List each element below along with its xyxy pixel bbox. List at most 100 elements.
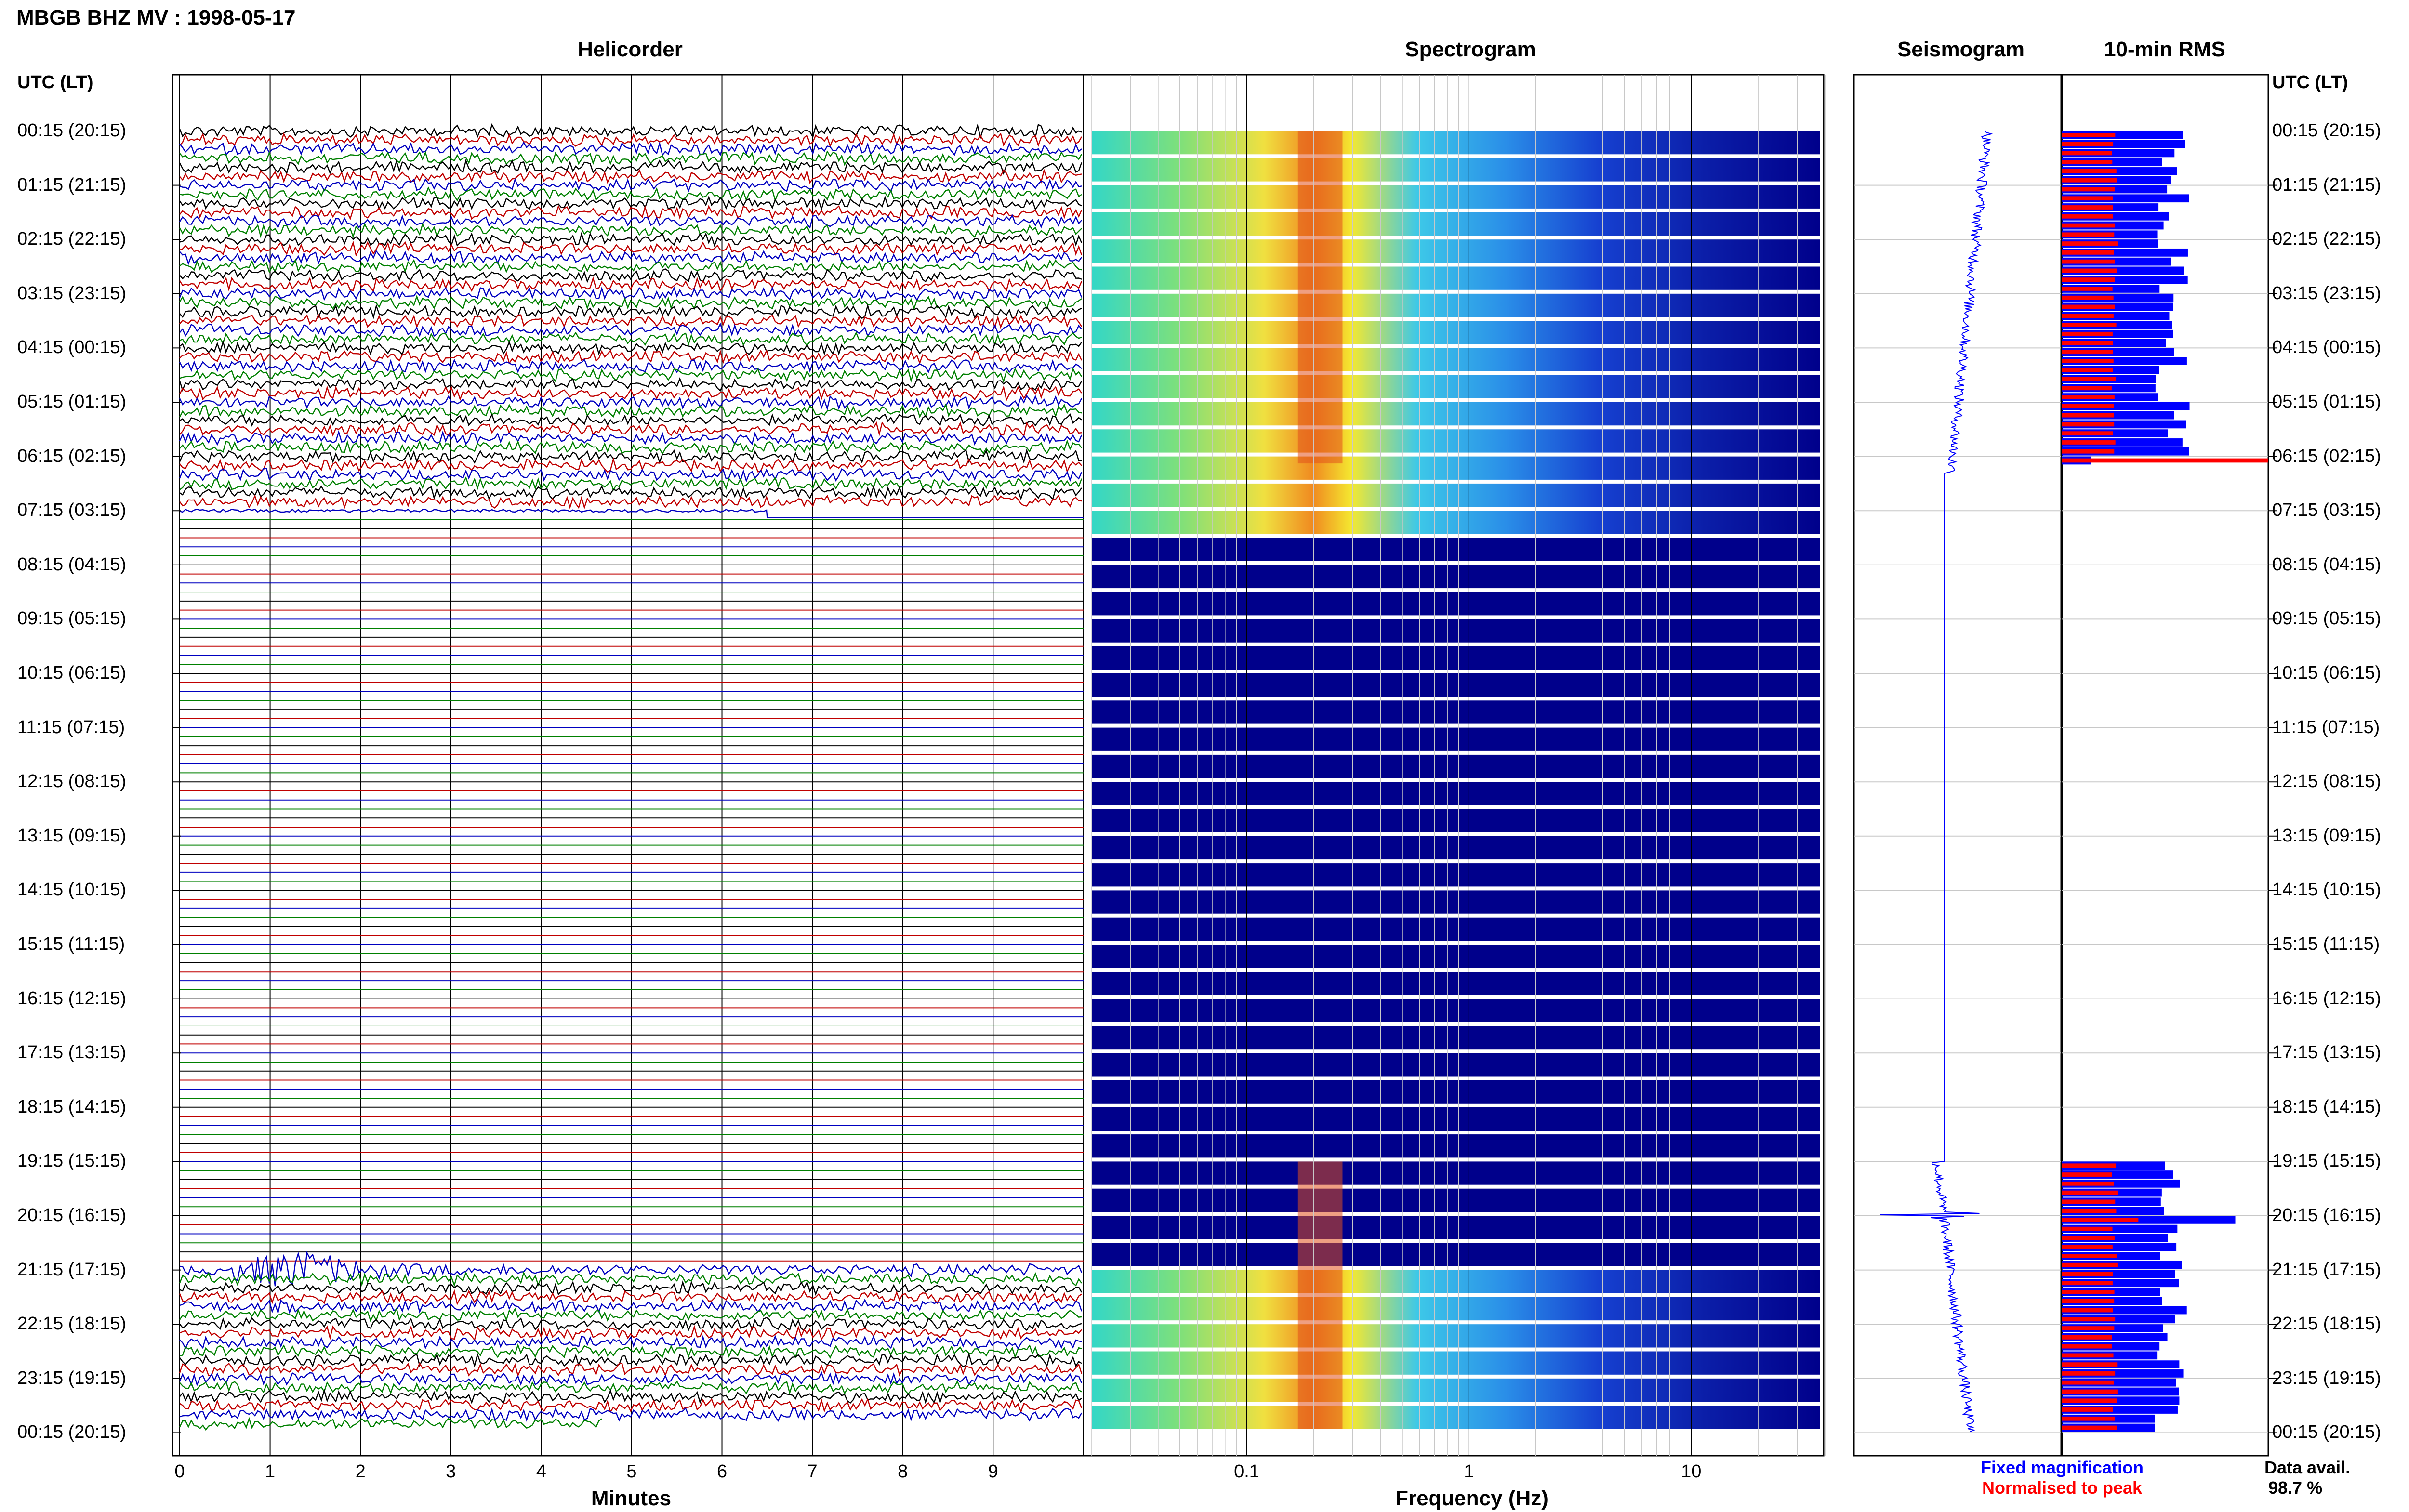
rms-normalised-bar	[2062, 196, 2113, 201]
utc-label-right: UTC (LT)	[2272, 72, 2348, 92]
spectrogram-row	[1092, 1026, 1820, 1050]
helicorder-trace	[179, 358, 1082, 374]
time-label-right: 00:15 (20:15)	[2272, 1422, 2382, 1443]
time-label-left: 22:15 (18:15)	[17, 1314, 127, 1334]
seismogram-frame	[1853, 74, 2062, 1457]
spectrogram-row	[1092, 1324, 1820, 1348]
rms-normalised-bar	[2062, 142, 2114, 146]
rms-normalised-bar	[2062, 440, 2116, 445]
time-label-left: 11:15 (07:15)	[17, 717, 125, 737]
time-label-right: 04:15 (00:15)	[2272, 337, 2382, 358]
time-label-right: 01:15 (21:15)	[2272, 174, 2382, 195]
time-label-left: 08:15 (04:15)	[17, 554, 127, 575]
spectrogram-row	[1092, 1053, 1820, 1077]
seismic-summary-plot: MBGB BHZ MV : 1998-05-17 Helicorder Spec…	[0, 0, 2409, 1512]
rms-normalised-bar	[2062, 241, 2118, 246]
rms-normalised-bar	[2062, 232, 2115, 237]
rms-normalised-bar	[2062, 331, 2113, 336]
time-label-right: 02:15 (22:15)	[2272, 229, 2382, 250]
spectrogram-row	[1092, 1297, 1820, 1321]
rms-normalised-bar	[2062, 449, 2115, 454]
rms-normalised-bar	[2062, 1308, 2113, 1313]
time-label-right: 08:15 (04:15)	[2272, 554, 2382, 575]
frequency-tick-label: 0.1	[1234, 1461, 1259, 1482]
helicorder-trace	[179, 303, 1082, 319]
rms-normalised-bar	[2062, 277, 2115, 282]
spectrogram-row	[1092, 700, 1820, 724]
time-label-left: 23:15 (19:15)	[17, 1367, 127, 1388]
frequency-axis-title: Frequency (Hz)	[1395, 1486, 1549, 1510]
rms-normalised-bar	[2062, 1199, 2116, 1204]
spectrogram-row	[1092, 511, 1820, 534]
helicorder-trace	[179, 268, 1082, 283]
spectrogram-row	[1092, 1216, 1820, 1239]
helicorder-trace	[179, 340, 1082, 356]
rms-normalised-bar	[2062, 259, 2115, 264]
time-label-right: 09:15 (05:15)	[2272, 608, 2382, 629]
frequency-tick-label: 1	[1464, 1461, 1474, 1482]
helicorder-trace	[179, 1250, 1083, 1287]
utc-label-left: UTC (LT)	[17, 72, 93, 92]
spectrogram-row	[1092, 646, 1820, 670]
rms-normalised-bar	[2062, 268, 2117, 273]
rms-normalised-bar	[2062, 250, 2114, 255]
time-label-left: 01:15 (21:15)	[17, 174, 127, 195]
time-label-left: 06:15 (02:15)	[17, 446, 127, 466]
rms-normalised-bar	[2062, 1236, 2115, 1240]
helicorder-trace	[179, 123, 1082, 140]
time-label-right: 21:15 (17:15)	[2272, 1259, 2382, 1280]
time-label-left: 03:15 (23:15)	[17, 283, 127, 303]
rms-normalised-bar	[2062, 1416, 2115, 1421]
rms-normalised-bar	[2062, 1371, 2116, 1376]
time-label-right: 03:15 (23:15)	[2272, 283, 2382, 303]
spectrogram-row	[1092, 239, 1820, 263]
minutes-tick-label: 9	[988, 1461, 998, 1482]
helicorder-trace	[179, 413, 1082, 427]
helicorder-trace	[179, 205, 1083, 221]
time-label-right: 23:15 (19:15)	[2272, 1367, 2382, 1388]
spectrogram-row	[1092, 1270, 1820, 1293]
helicorder-trace	[179, 476, 1083, 491]
spectrogram-row	[1092, 429, 1820, 453]
helicorder-trace	[179, 1335, 1082, 1350]
rms-normalised-bar	[2062, 431, 2113, 436]
time-label-right: 19:15 (15:15)	[2272, 1151, 2382, 1171]
time-label-left: 05:15 (01:15)	[17, 392, 127, 412]
spectrogram-row	[1092, 999, 1820, 1022]
rms-normalised-bar	[2062, 1353, 2114, 1358]
rms-normalised-bar	[2062, 304, 2115, 309]
frequency-tick-label: 10	[1681, 1461, 1702, 1482]
spectrogram-row	[1092, 321, 1820, 344]
helicorder-trace	[179, 1388, 1082, 1405]
seismogram-trace	[1880, 131, 1993, 1432]
rms-normalised-bar	[2062, 377, 2116, 381]
rms-normalised-bar	[2062, 187, 2115, 192]
rms-normalised-bar	[2062, 169, 2117, 173]
helicorder-trace	[179, 367, 1083, 383]
spectrogram-row	[1092, 592, 1820, 616]
spectrogram-row	[1092, 917, 1820, 941]
helicorder-trace	[179, 168, 1082, 184]
rms-normalised-bar	[2062, 341, 2113, 345]
spectrogram-row	[1092, 1134, 1820, 1158]
spectrogram-row	[1092, 483, 1820, 507]
minutes-tick-label: 8	[898, 1461, 908, 1482]
time-label-left: 00:15 (20:15)	[17, 1422, 127, 1443]
rms-normalised-bar	[2062, 1389, 2118, 1394]
helicorder-trace	[179, 132, 1083, 148]
spectrogram-row	[1092, 348, 1820, 371]
minutes-tick-label: 4	[536, 1461, 546, 1482]
spectrogram-title: Spectrogram	[1405, 38, 1536, 61]
rms-normalised-bar	[2062, 1209, 2117, 1213]
rms-normalised-bar	[2062, 1172, 2112, 1177]
time-label-left: 19:15 (15:15)	[17, 1151, 127, 1171]
spectrogram-peak-band	[1297, 131, 1343, 464]
helicorder-trace	[179, 1298, 1083, 1315]
minutes-tick-label: 6	[716, 1461, 728, 1482]
spectrogram-row	[1092, 1243, 1820, 1266]
time-label-left: 12:15 (08:15)	[17, 771, 127, 792]
helicorder-trace	[179, 322, 1082, 338]
rms-normalised-bar	[2062, 1335, 2112, 1340]
rms-normalised-bar	[2062, 404, 2114, 408]
helicorder-trace	[179, 1417, 602, 1431]
